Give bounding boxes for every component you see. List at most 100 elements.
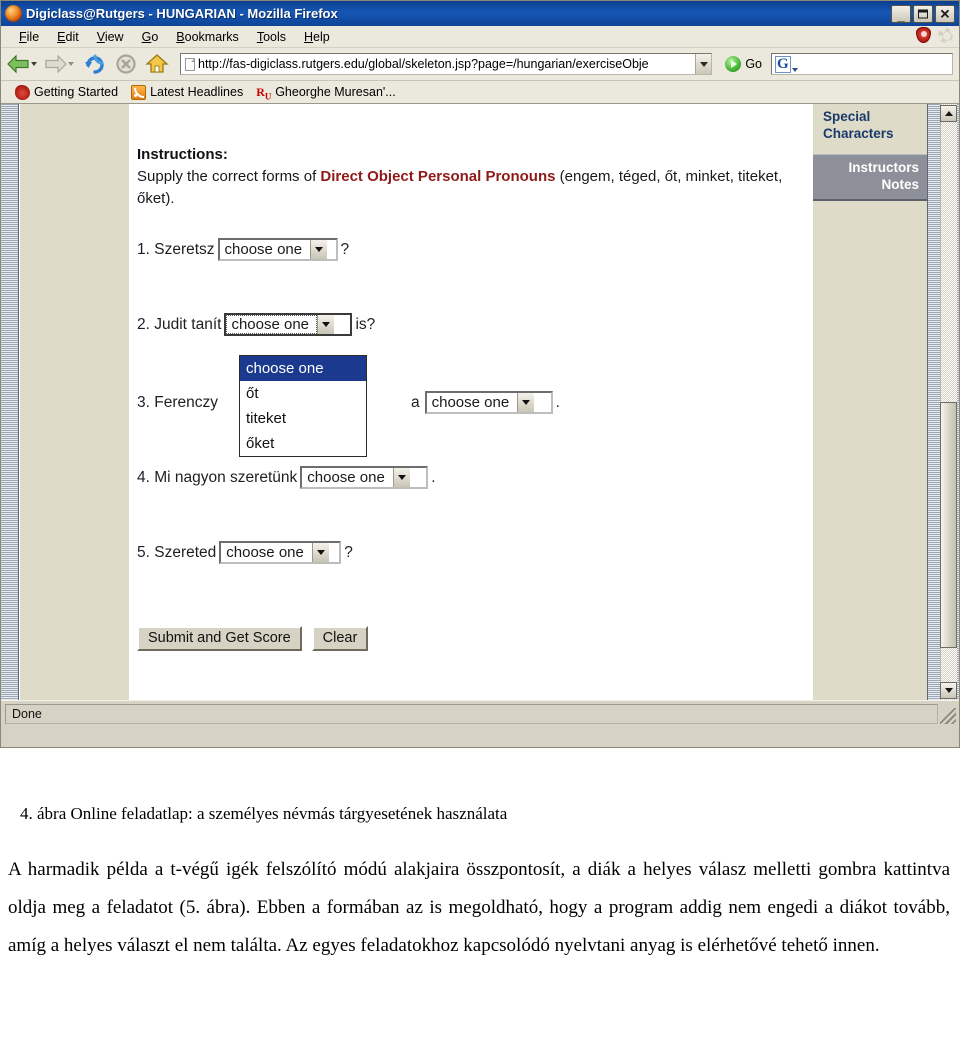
maximize-icon [918, 9, 928, 18]
forward-button[interactable] [44, 54, 78, 74]
maximize-button[interactable] [913, 4, 933, 23]
question-5-text: 5. Szereted [137, 543, 217, 561]
navigation-toolbar: http://fas-digiclass.rutgers.edu/global/… [1, 48, 959, 81]
forward-dropdown-icon[interactable] [68, 62, 74, 66]
question-2-select[interactable]: choose one [224, 313, 353, 336]
page-icon [181, 54, 198, 74]
bookmark-label: Latest Headlines [150, 85, 244, 99]
caret-up-icon [944, 111, 953, 116]
paw-icon [15, 84, 30, 100]
page-scrollbar[interactable] [927, 104, 959, 700]
url-history-dropdown-button[interactable] [695, 54, 712, 74]
chevron-down-icon[interactable] [517, 393, 535, 412]
question-row-2: 2. Judit tanít choose one is? choose one… [137, 313, 813, 457]
special-characters-line-1: Special [823, 109, 871, 124]
dropdown-option-ot[interactable]: őt [240, 381, 366, 406]
caret-down-icon [944, 688, 953, 693]
instructions-text: Supply the correct forms of Direct Objec… [137, 166, 797, 210]
reload-button[interactable] [83, 52, 107, 76]
question-4-select[interactable]: choose one [300, 466, 429, 489]
question-4-text: 4. Mi nagyon szeretünk [137, 468, 298, 486]
chevron-down-icon[interactable] [311, 543, 329, 562]
question-1-suffix: ? [340, 240, 350, 258]
rutgers-icon: RU [256, 84, 272, 101]
bookmarks-toolbar: Getting Started Latest Headlines RU Gheo… [1, 81, 959, 104]
menu-item-tools[interactable]: Tools [249, 29, 296, 45]
status-text: Done [5, 703, 938, 724]
scrollbar-thumb[interactable] [940, 402, 957, 648]
menu-item-view[interactable]: View [89, 29, 134, 45]
back-arrow-icon [7, 54, 30, 74]
menu-item-bookmarks[interactable]: Bookmarks [168, 29, 249, 45]
browser-window: Digiclass@Rutgers - HUNGARIAN - Mozilla … [0, 0, 960, 748]
stop-button[interactable] [114, 52, 138, 76]
home-button[interactable] [145, 52, 169, 76]
search-engine-icon[interactable]: G [775, 55, 791, 73]
select-value: choose one [307, 469, 385, 486]
viewport-left-edge [1, 104, 19, 700]
question-5-select[interactable]: choose one [219, 541, 342, 564]
scroll-up-button[interactable] [940, 105, 957, 122]
scroll-down-button[interactable] [940, 682, 957, 699]
gear-icon[interactable] [938, 27, 953, 43]
dropdown-option-choose-one[interactable]: choose one [240, 356, 366, 381]
menu-item-go[interactable]: Go [134, 29, 169, 45]
title-bar: Digiclass@Rutgers - HUNGARIAN - Mozilla … [1, 1, 959, 26]
search-input[interactable]: G [771, 53, 953, 75]
question-1-text: 1. Szeretsz [137, 240, 215, 258]
page-left-column [20, 104, 129, 700]
bookmark-getting-started[interactable]: Getting Started [13, 84, 125, 100]
shield-icon[interactable] [916, 27, 931, 43]
chevron-down-icon[interactable] [392, 468, 410, 487]
menu-item-file[interactable]: File [11, 29, 49, 45]
chevron-down-icon[interactable] [310, 240, 328, 259]
firefox-logo-icon [5, 5, 22, 22]
minimize-button[interactable]: _ [891, 4, 911, 23]
go-button[interactable]: Go [719, 56, 768, 72]
question-4-suffix: . [431, 468, 436, 486]
page-right-sidebar: Special Characters Instructors Notes [813, 104, 929, 700]
back-dropdown-icon[interactable] [31, 62, 37, 66]
instructions-heading: Instructions: [137, 146, 228, 163]
rss-icon [131, 84, 147, 100]
url-bar[interactable]: http://fas-digiclass.rutgers.edu/global/… [180, 53, 713, 75]
menu-bar: File Edit View Go Bookmarks Tools Help [1, 26, 959, 48]
question-3-select[interactable]: choose one [424, 391, 553, 414]
instructors-notes-line-2: Notes [881, 177, 919, 192]
question-1-select[interactable]: choose one [217, 238, 338, 261]
clear-button[interactable]: Clear [311, 626, 369, 651]
close-icon: ✕ [939, 6, 951, 21]
back-button[interactable] [7, 54, 41, 74]
question-5-suffix: ? [344, 543, 353, 561]
instructions-pre: Supply the correct forms of [137, 168, 321, 185]
chevron-down-icon[interactable] [317, 315, 335, 334]
select-value: choose one [431, 394, 510, 411]
dropdown-option-titeket[interactable]: titeket [240, 406, 366, 431]
window-title: Digiclass@Rutgers - HUNGARIAN - Mozilla … [26, 6, 338, 21]
submit-button[interactable]: Submit and Get Score [137, 626, 302, 651]
bookmark-label: Getting Started [34, 85, 119, 99]
select-value: choose one [226, 315, 318, 334]
sidebar-link-special-characters[interactable]: Special Characters [813, 104, 929, 148]
select-value: choose one [224, 241, 303, 258]
bookmark-latest-headlines[interactable]: Latest Headlines [129, 84, 250, 100]
resize-grip-icon[interactable] [940, 708, 956, 724]
bookmark-label: Gheorghe Muresan'... [275, 85, 396, 99]
search-engine-chevron-icon[interactable] [791, 68, 798, 72]
question-3-suffix: . [555, 393, 560, 411]
question-3-text: 3. Ferenczy [137, 393, 218, 411]
url-input[interactable]: http://fas-digiclass.rutgers.edu/global/… [198, 54, 695, 74]
question-3-middle: a [410, 393, 420, 411]
chevron-down-icon [699, 61, 708, 67]
status-bar: Done [1, 700, 959, 726]
menu-item-edit[interactable]: Edit [49, 29, 89, 45]
open-dropdown-list[interactable]: choose one őt titeket őket [239, 355, 367, 457]
sidebar-button-instructors-notes[interactable]: Instructors Notes [813, 154, 929, 201]
menu-item-help[interactable]: Help [296, 29, 340, 45]
forward-arrow-icon [44, 54, 67, 74]
dropdown-option-oket[interactable]: őket [240, 431, 366, 456]
close-button[interactable]: ✕ [935, 4, 955, 23]
special-characters-line-2: Characters [823, 126, 894, 141]
instructors-notes-line-1: Instructors [848, 160, 919, 175]
bookmark-gheorghe-muresan[interactable]: RU Gheorghe Muresan'... [254, 84, 403, 101]
